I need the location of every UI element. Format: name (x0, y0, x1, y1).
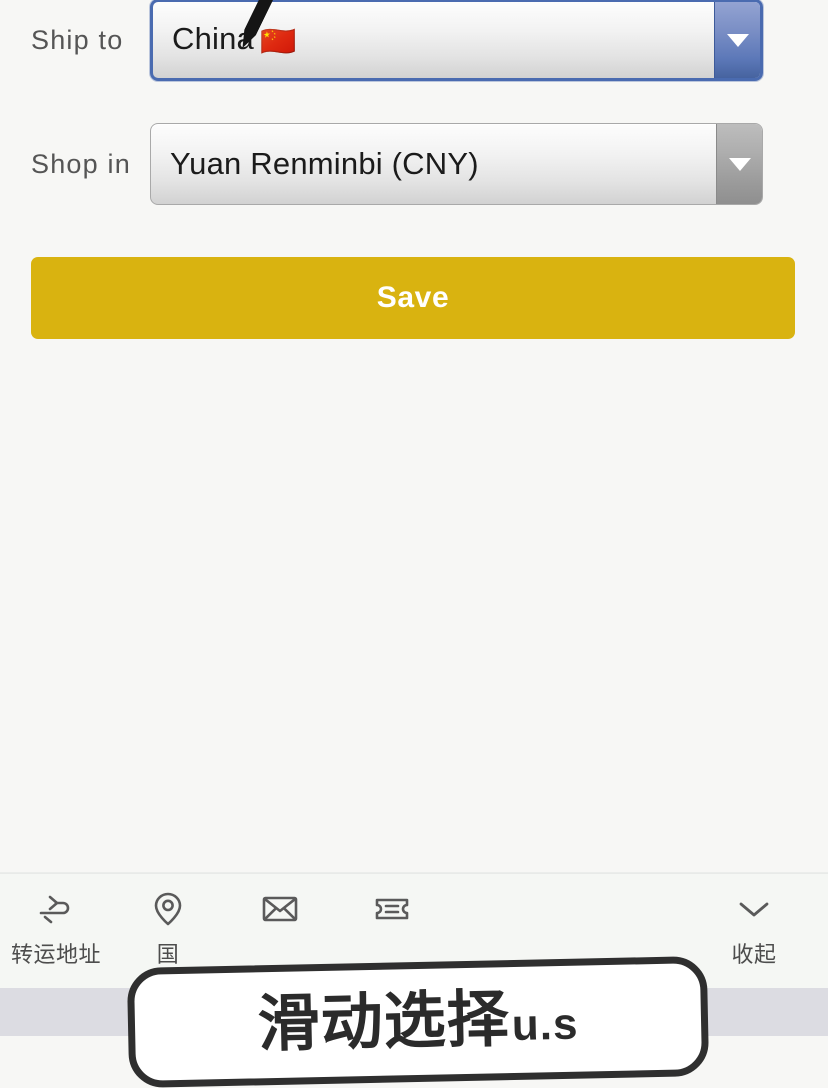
swipe-select-hint-text: 滑动选择 u.s (257, 985, 579, 1060)
shop-in-select[interactable]: Yuan Renminbi (CNY) (150, 123, 763, 205)
swipe-select-hint-suffix: u.s (511, 999, 579, 1051)
swipe-select-hint-overlay: 滑动选择 u.s (126, 955, 710, 1088)
chevron-down-icon (737, 890, 771, 928)
envelope-icon (262, 890, 298, 928)
shop-in-value: Yuan Renminbi (CNY) (170, 146, 479, 181)
form-row-shop-in: Shop in Yuan Renminbi (CNY) (0, 122, 828, 206)
ship-to-label: Ship to (31, 24, 124, 55)
toolbar-item-messages[interactable] (224, 890, 336, 937)
ship-to-dropdown-button[interactable] (714, 2, 760, 78)
chevron-down-icon (728, 157, 751, 171)
ship-to-select[interactable]: China 🇨🇳 (150, 0, 763, 81)
shop-in-dropdown-button[interactable] (716, 124, 762, 204)
toolbar-label-location: 国 (156, 942, 180, 967)
ship-to-country-text: China (172, 21, 254, 56)
toolbar-label-forwarding-address: 转运地址 (10, 942, 101, 967)
shop-in-label: Shop in (31, 148, 131, 179)
location-pin-icon (154, 890, 182, 928)
toolbar-item-location[interactable]: 国 (112, 890, 224, 969)
toolbar-label-collapse: 收起 (731, 942, 777, 967)
china-flag-icon: 🇨🇳 (260, 26, 297, 58)
airplane-icon (38, 890, 74, 928)
ticket-icon (374, 890, 410, 928)
toolbar-item-forwarding-address[interactable]: 转运地址 (0, 890, 112, 969)
swipe-select-hint-main: 滑动选择 (257, 985, 511, 1060)
toolbar-item-coupons[interactable] (336, 890, 448, 937)
ship-to-value: China 🇨🇳 (153, 21, 714, 59)
save-button[interactable]: Save (31, 257, 795, 339)
form-row-ship-to: Ship to China 🇨🇳 (0, 0, 828, 82)
toolbar-item-collapse[interactable]: 收起 (698, 890, 810, 969)
chevron-down-icon (726, 33, 749, 47)
